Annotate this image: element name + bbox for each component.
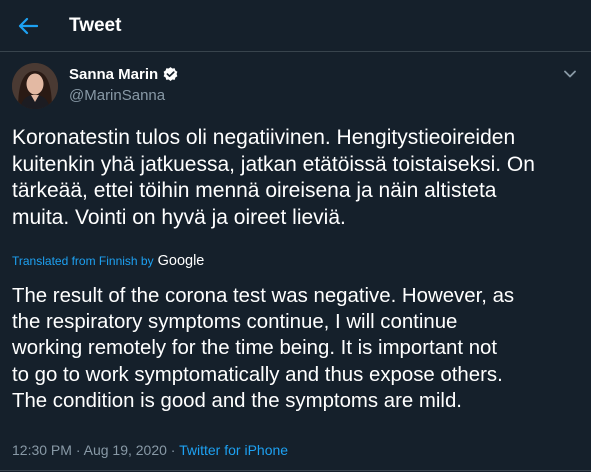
tweet-metadata: 12:30 PM · Aug 19, 2020 · Twitter for iP… (12, 442, 288, 458)
header-bar: Tweet (0, 0, 591, 52)
tweet-text-line: muita. Vointi on hyvä ja oireet lieviä. (12, 205, 346, 229)
google-logo: Google (157, 253, 205, 269)
verified-badge-icon (163, 67, 178, 81)
author-handle[interactable]: @MarinSanna (69, 87, 165, 104)
translated-text-line: the respiratory symptoms continue, I wil… (12, 311, 458, 334)
profile-photo (12, 63, 58, 109)
author-name[interactable]: Sanna Marin (69, 66, 179, 83)
tweet-text-line: tärkeää, ettei töihin mennä oireisena ja… (12, 179, 497, 202)
tweet-text: Koronatestin tulos oli negatiivinen. Hen… (12, 125, 582, 231)
translated-text: The result of the corona test was negati… (12, 283, 587, 414)
tweet-date[interactable]: Aug 19, 2020 (84, 442, 167, 458)
tweet-source-link[interactable]: Twitter for iPhone (179, 442, 288, 458)
author-name-text: Sanna Marin (69, 66, 159, 83)
translation-attribution[interactable]: Translated from Finnish by Google (12, 253, 204, 269)
divider (0, 470, 591, 471)
translated-text-line: The result of the corona test was negati… (12, 285, 515, 307)
translation-label: Translated from Finnish by (12, 254, 154, 268)
meta-separator: · (71, 442, 84, 458)
translated-text-line: working remotely for the time being. It … (12, 337, 498, 360)
back-button[interactable] (12, 10, 44, 42)
meta-separator: · (166, 442, 180, 458)
avatar[interactable] (12, 63, 58, 109)
translated-text-line: to go to work symptomatically and thus e… (12, 363, 503, 386)
tweet-time[interactable]: 12:30 PM (12, 442, 72, 458)
more-options-button[interactable] (560, 66, 580, 82)
page-title: Tweet (69, 15, 122, 36)
tweet-text-line: kuitenkin yhä jatkuessa, jatkan etätöiss… (12, 152, 535, 176)
tweet-text-line: Koronatestin tulos oli negatiivinen. Hen… (12, 126, 516, 149)
translated-text-line: The condition is good and the symptoms a… (12, 389, 462, 412)
arrow-left-icon (18, 17, 38, 35)
chevron-down-icon (564, 70, 576, 78)
